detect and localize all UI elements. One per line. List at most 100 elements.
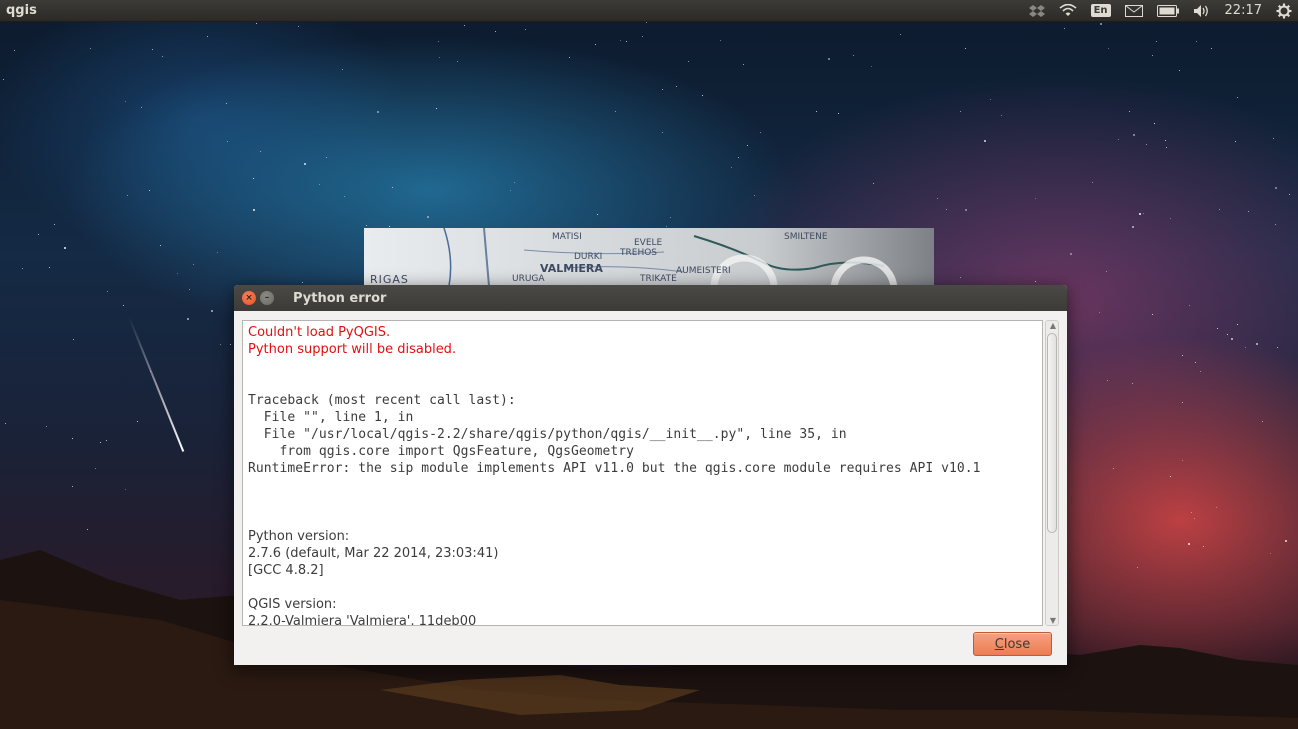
map-label: VALMIERA	[540, 262, 603, 275]
star	[1118, 139, 1119, 140]
star	[344, 196, 345, 197]
star	[1200, 371, 1201, 372]
star	[1275, 187, 1277, 189]
minimize-icon[interactable]: –	[260, 291, 274, 305]
star	[760, 132, 761, 133]
star	[1191, 512, 1192, 513]
star	[1092, 182, 1093, 183]
star	[816, 111, 817, 112]
star	[1152, 314, 1153, 315]
star	[207, 36, 208, 37]
star	[38, 234, 39, 235]
gear-icon[interactable]	[1269, 0, 1298, 22]
star	[366, 225, 367, 226]
star	[597, 214, 598, 215]
error-message-line: Python support will be disabled.	[248, 342, 457, 357]
star	[1146, 144, 1147, 145]
dialog-title: Python error	[293, 290, 387, 306]
star	[436, 108, 437, 109]
star	[743, 64, 744, 65]
dialog-titlebar[interactable]: × – Python error	[234, 285, 1067, 311]
star	[990, 99, 991, 100]
python-version-value: 2.7.6 (default, Mar 22 2014, 23:03:41)	[248, 546, 499, 561]
star	[1133, 134, 1135, 136]
star	[46, 426, 47, 427]
star	[1262, 421, 1263, 422]
star	[1189, 305, 1190, 306]
star	[646, 22, 647, 23]
dropbox-icon[interactable]	[1022, 0, 1052, 22]
active-app-name: qgis	[6, 3, 37, 18]
close-button[interactable]: Close	[973, 632, 1052, 656]
star	[1256, 343, 1258, 345]
star	[95, 468, 96, 469]
star	[569, 57, 570, 58]
star	[510, 190, 511, 191]
scroll-up-icon[interactable]: ▲	[1048, 321, 1058, 330]
star	[871, 66, 872, 67]
star	[302, 282, 303, 283]
star	[160, 245, 161, 246]
keyboard-layout-badge: En	[1090, 4, 1111, 17]
scroll-thumb[interactable]	[1047, 333, 1057, 533]
star	[1108, 48, 1109, 49]
star	[227, 141, 228, 142]
star	[873, 183, 874, 184]
wifi-icon[interactable]	[1052, 0, 1084, 22]
star	[1070, 253, 1072, 255]
star	[326, 157, 327, 158]
star	[960, 277, 961, 278]
star	[1248, 211, 1249, 212]
star	[304, 163, 306, 165]
star	[107, 291, 108, 292]
star	[427, 216, 429, 218]
star	[642, 36, 643, 37]
scroll-down-icon[interactable]: ▼	[1048, 616, 1058, 625]
star	[1227, 334, 1228, 335]
star	[1219, 209, 1220, 210]
star	[253, 178, 254, 179]
star	[260, 151, 261, 152]
star	[14, 50, 15, 51]
error-details-text[interactable]: Couldn't load PyQGIS. Python support wil…	[242, 320, 1043, 626]
star	[106, 440, 107, 441]
star	[946, 209, 947, 210]
traceback-line: File "/usr/local/qgis-2.2/share/qgis/pyt…	[248, 427, 847, 442]
star	[1154, 123, 1155, 124]
star	[137, 421, 138, 422]
map-label: AUMEISTERI	[676, 266, 731, 276]
star	[1132, 226, 1134, 228]
star	[377, 111, 379, 113]
star	[965, 209, 967, 211]
star	[389, 226, 390, 227]
star	[900, 34, 901, 35]
clock[interactable]: 22:17	[1218, 0, 1269, 22]
battery-icon[interactable]	[1150, 0, 1186, 22]
mail-icon[interactable]	[1118, 0, 1150, 22]
star	[73, 339, 74, 340]
keyboard-icon[interactable]: En	[1084, 0, 1118, 22]
star	[937, 198, 938, 199]
qgis-version-value: 2.2.0-Valmiera 'Valmiera', 11deb00	[248, 614, 477, 626]
star	[253, 209, 255, 211]
map-label: MATISI	[552, 232, 582, 242]
star	[1107, 380, 1108, 381]
vertical-scrollbar[interactable]: ▲ ▼	[1045, 320, 1059, 626]
map-label: EVELE	[634, 238, 663, 248]
star	[1113, 468, 1114, 469]
star	[149, 190, 150, 191]
star	[1132, 383, 1133, 384]
star	[177, 273, 178, 274]
star	[1231, 338, 1233, 340]
star	[1170, 476, 1171, 477]
star	[1211, 48, 1212, 49]
star	[1216, 507, 1217, 508]
star	[54, 224, 55, 225]
star	[984, 140, 986, 142]
volume-icon[interactable]	[1186, 0, 1218, 22]
star	[1237, 324, 1238, 325]
star	[72, 486, 73, 487]
close-icon[interactable]: ×	[242, 291, 256, 305]
star	[838, 113, 839, 114]
star	[298, 26, 299, 27]
